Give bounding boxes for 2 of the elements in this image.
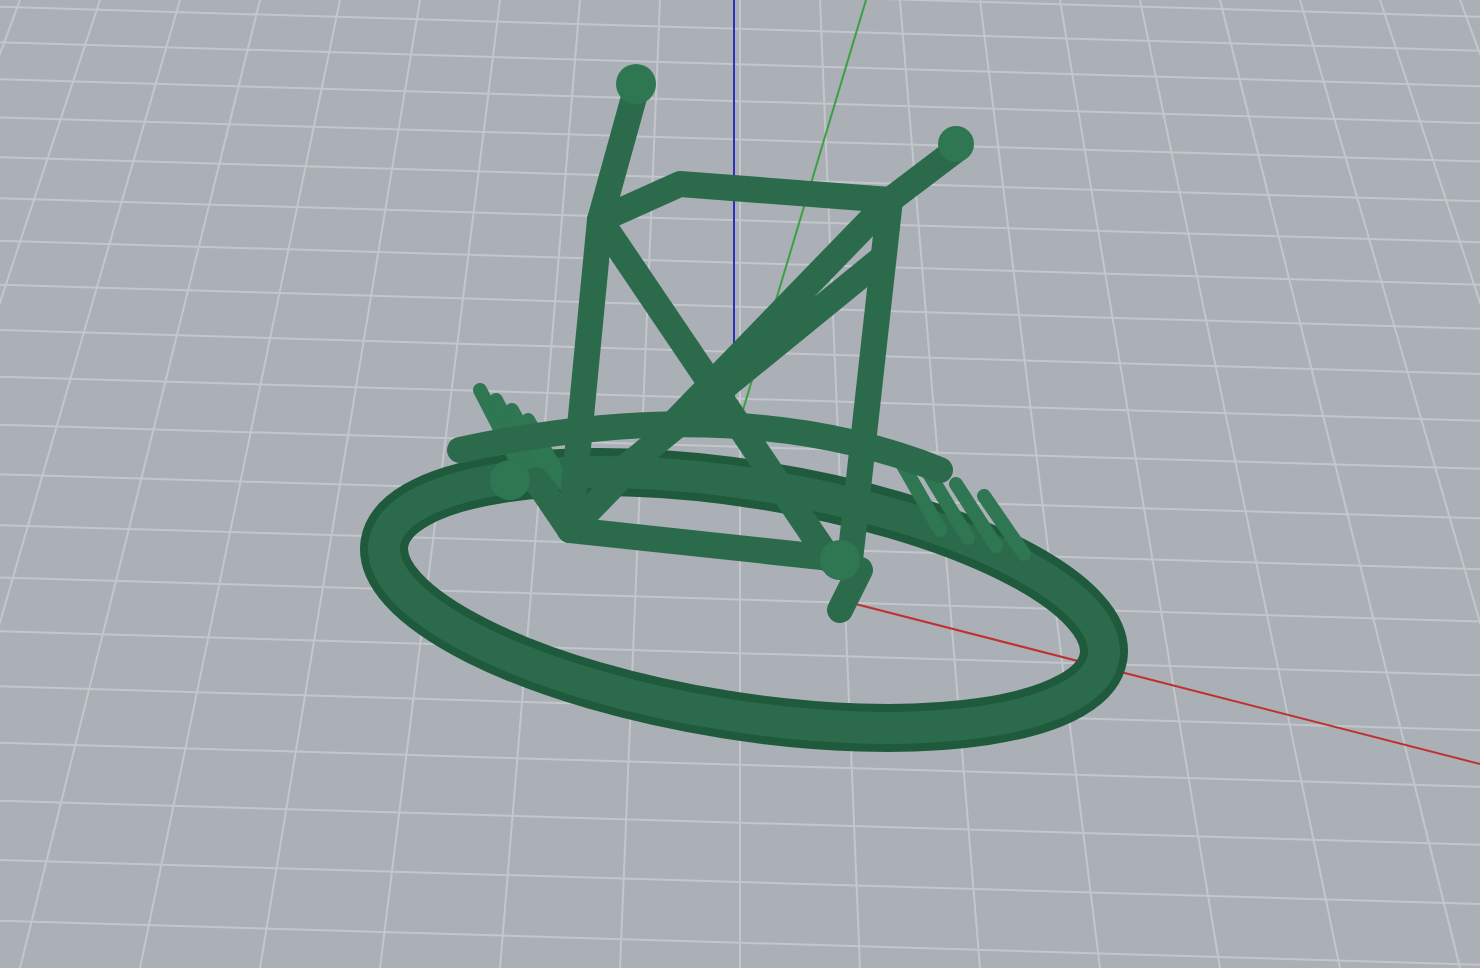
ring-model-drawing[interactable] <box>360 64 1128 752</box>
viewport[interactable] <box>0 0 1480 968</box>
